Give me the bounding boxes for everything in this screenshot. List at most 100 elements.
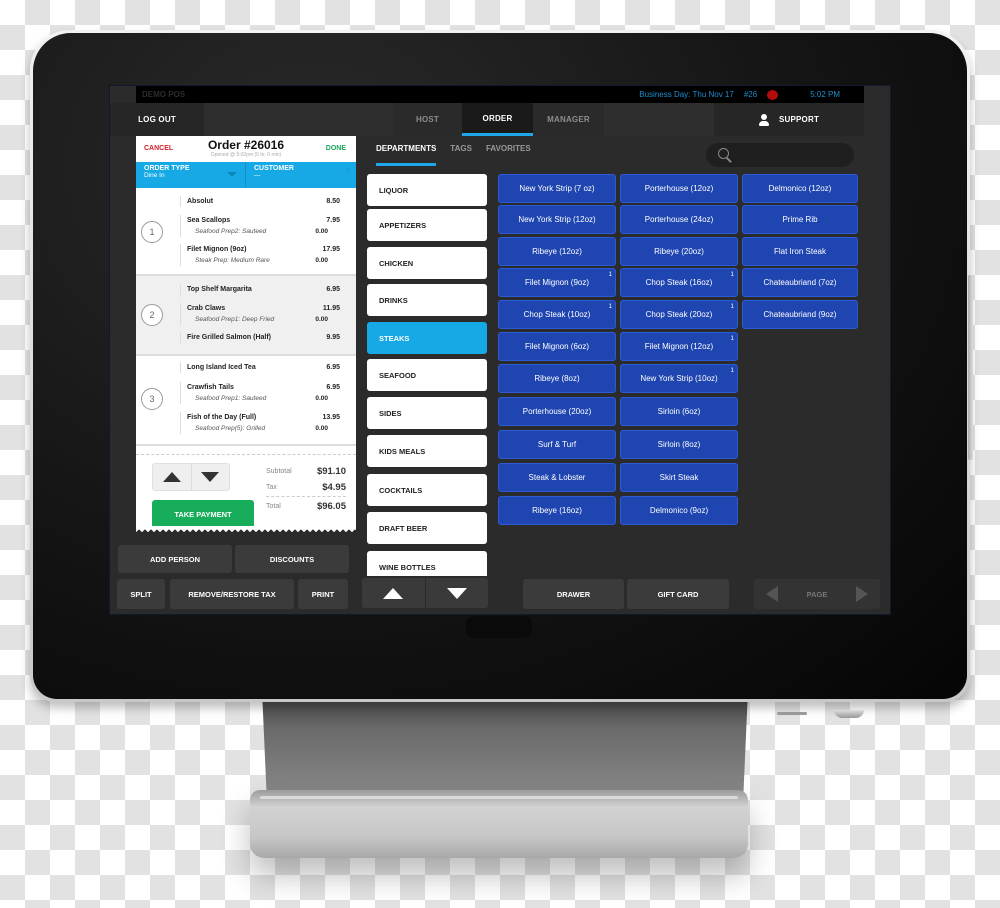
business-day: Business Day: Thu Nov 17 bbox=[639, 90, 734, 99]
line-item[interactable]: Top Shelf Margarita 6.95 bbox=[180, 284, 340, 295]
tab-manager[interactable]: MANAGER bbox=[533, 103, 604, 136]
item-price: 6.95 bbox=[326, 286, 340, 293]
take-payment-button[interactable]: TAKE PAYMENT bbox=[152, 500, 254, 528]
menu-item-button[interactable]: Chop Steak (10oz) 1 bbox=[498, 300, 616, 329]
gift-card-button[interactable]: GIFT CARD bbox=[627, 579, 729, 609]
menu-item-button[interactable]: Chop Steak (16oz) 1 bbox=[620, 268, 738, 297]
tab-tags[interactable]: TAGS bbox=[450, 144, 472, 166]
remove-restore-tax-button[interactable]: REMOVE/RESTORE TAX bbox=[170, 579, 294, 609]
search-input[interactable] bbox=[738, 150, 848, 160]
menu-item-button[interactable]: Ribeye (12oz) bbox=[498, 237, 616, 266]
menu-item-button[interactable]: Skirt Steak bbox=[620, 463, 738, 492]
department-drinks[interactable]: DRINKS bbox=[367, 284, 487, 316]
menu-item-button[interactable]: Filet Mignon (6oz) bbox=[498, 332, 616, 361]
menu-item-button[interactable]: Surf & Turf bbox=[498, 430, 616, 459]
line-item[interactable]: Fire Grilled Salmon (Half) 9.95 bbox=[180, 332, 340, 343]
item-price: 11.95 bbox=[322, 305, 340, 312]
seat-group[interactable]: 3 Long Island Iced Tea 6.95 Crawfish Tail… bbox=[136, 356, 356, 446]
line-item[interactable]: Sea Scallops 7.95 Seafood Prep2: Sauteed 0… bbox=[180, 215, 340, 237]
menu-item-button[interactable]: Ribeye (20oz) bbox=[620, 237, 738, 266]
order-type-select[interactable]: ORDER TYPE Dine In bbox=[136, 162, 246, 188]
customer-label: CUSTOMER bbox=[254, 165, 294, 172]
tab-favorites[interactable]: FAVORITES bbox=[486, 144, 531, 166]
menu-item-button[interactable]: Porterhouse (12oz) bbox=[620, 174, 738, 203]
item-count-badge: 1 bbox=[730, 272, 734, 278]
line-item[interactable]: Crawfish Tails 6.95 Seafood Prep1: Sautee… bbox=[180, 382, 340, 404]
menu-item-button[interactable]: Chop Steak (20oz) 1 bbox=[620, 300, 738, 329]
seat-group[interactable]: 1 Absolut 8.50 Sea Scallops 7.95 Seafood P… bbox=[136, 188, 356, 276]
department-seafood[interactable]: SEAFOOD bbox=[367, 359, 487, 391]
previous-page-icon[interactable] bbox=[766, 586, 778, 602]
menu-item-label: Chateaubriand (7oz) bbox=[763, 277, 837, 287]
menu-item-button[interactable]: New York Strip (12oz) bbox=[498, 205, 616, 234]
add-person-button[interactable]: ADD PERSON bbox=[118, 545, 232, 573]
search-field[interactable] bbox=[706, 143, 854, 167]
item-price: 6.95 bbox=[326, 384, 340, 391]
department-scroll-up-button[interactable] bbox=[362, 578, 426, 608]
support-button[interactable]: SUPPORT bbox=[714, 103, 864, 136]
department-cocktails[interactable]: COCKTAILS bbox=[367, 474, 487, 506]
menu-item-button[interactable]: Sirloin (8oz) bbox=[620, 430, 738, 459]
menu-item-button[interactable]: New York Strip (10oz) 1 bbox=[620, 364, 738, 393]
seat-number[interactable]: 2 bbox=[141, 304, 163, 326]
drawer-button[interactable]: DRAWER bbox=[523, 579, 624, 609]
menu-item-button[interactable]: Chateaubriand (9oz) bbox=[742, 300, 858, 329]
department-wine-bottles[interactable]: WINE BOTTLES bbox=[367, 551, 487, 576]
menu-item-button[interactable]: Porterhouse (20oz) bbox=[498, 397, 616, 426]
seat-number[interactable]: 3 bbox=[141, 388, 163, 410]
department-kids-meals[interactable]: KIDS MEALS bbox=[367, 435, 487, 467]
scroll-down-button[interactable] bbox=[192, 464, 230, 490]
menu-item-button[interactable]: Sirloin (6oz) bbox=[620, 397, 738, 426]
status-left-text: DEMO POS bbox=[142, 90, 186, 99]
line-item[interactable]: Fish of the Day (Full) 13.95 Seafood Prep… bbox=[180, 412, 340, 434]
menu-item-label: Prime Rib bbox=[782, 214, 818, 224]
line-item[interactable]: Absolut 8.50 bbox=[180, 196, 340, 207]
menu-item-button[interactable]: New York Strip (7 oz) bbox=[498, 174, 616, 203]
modifier-name: Steak Prep: Medium Rare bbox=[195, 257, 270, 264]
menu-item-button[interactable]: Filet Mignon (9oz) 1 bbox=[498, 268, 616, 297]
item-name: Filet Mignon (9oz) bbox=[187, 246, 247, 253]
totals: Subtotal $91.10 Tax $4.95 Total $96.05 bbox=[266, 463, 346, 514]
arrow-down-icon bbox=[201, 472, 220, 482]
menu-item-button[interactable]: Ribeye (8oz) bbox=[498, 364, 616, 393]
menu-item-button[interactable]: Prime Rib bbox=[742, 205, 858, 234]
menu-item-label: New York Strip (7 oz) bbox=[519, 183, 595, 193]
tab-order[interactable]: ORDER bbox=[462, 103, 533, 136]
logout-button[interactable]: LOG OUT bbox=[110, 103, 204, 136]
modifier-name: Seafood Prep2: Sauteed bbox=[195, 228, 267, 235]
department-draft-beer[interactable]: DRAFT BEER bbox=[367, 512, 487, 544]
seat-number[interactable]: 1 bbox=[141, 221, 163, 243]
menu-item-button[interactable]: Porterhouse (24oz) bbox=[620, 205, 738, 234]
department-scroll-down-button[interactable] bbox=[426, 578, 489, 608]
next-page-icon[interactable] bbox=[855, 586, 868, 602]
department-sides[interactable]: SIDES bbox=[367, 397, 487, 429]
print-button[interactable]: PRINT bbox=[298, 579, 348, 609]
department-chicken[interactable]: CHICKEN bbox=[367, 247, 487, 279]
menu-item-label: Ribeye (16oz) bbox=[532, 505, 582, 515]
department-liquor[interactable]: LIQUOR bbox=[367, 174, 487, 206]
tab-host[interactable]: HOST bbox=[393, 103, 462, 136]
menu-item-label: Filet Mignon (12oz) bbox=[644, 341, 714, 351]
modifier-price: 0.00 bbox=[315, 425, 328, 432]
line-item[interactable]: Crab Claws 11.95 Seafood Prep1: Deep Frie… bbox=[180, 303, 340, 325]
discounts-button[interactable]: DISCOUNTS bbox=[235, 545, 349, 573]
seat-group[interactable]: 2 Top Shelf Margarita 6.95 Crab Claws 11.9… bbox=[136, 276, 356, 356]
scroll-up-button[interactable] bbox=[153, 464, 192, 490]
menu-item-button[interactable]: Delmonico (9oz) bbox=[620, 496, 738, 525]
line-item[interactable]: Long Island Iced Tea 6.95 bbox=[180, 362, 340, 373]
menu-item-button[interactable]: Ribeye (16oz) bbox=[498, 496, 616, 525]
menu-item-button[interactable]: Flat Iron Steak bbox=[742, 237, 858, 266]
menu-item-button[interactable]: Steak & Lobster bbox=[498, 463, 616, 492]
menu-item-button[interactable]: Filet Mignon (12oz) 1 bbox=[620, 332, 738, 361]
done-button[interactable]: DONE bbox=[326, 145, 346, 152]
split-button[interactable]: SPLIT bbox=[117, 579, 165, 609]
menu-item-button[interactable]: Delmonico (12oz) bbox=[742, 174, 858, 203]
department-steaks[interactable]: STEAKS bbox=[367, 322, 487, 354]
support-label: SUPPORT bbox=[778, 115, 820, 124]
menu-item-label: Ribeye (12oz) bbox=[532, 246, 582, 256]
tab-departments[interactable]: DEPARTMENTS bbox=[376, 144, 437, 166]
customer-select[interactable]: CUSTOMER — + bbox=[246, 162, 356, 188]
menu-item-button[interactable]: Chateaubriand (7oz) bbox=[742, 268, 858, 297]
line-item[interactable]: Filet Mignon (9oz) 17.95 Steak Prep: Medi… bbox=[180, 244, 340, 266]
department-appetizers[interactable]: APPETIZERS bbox=[367, 209, 487, 241]
